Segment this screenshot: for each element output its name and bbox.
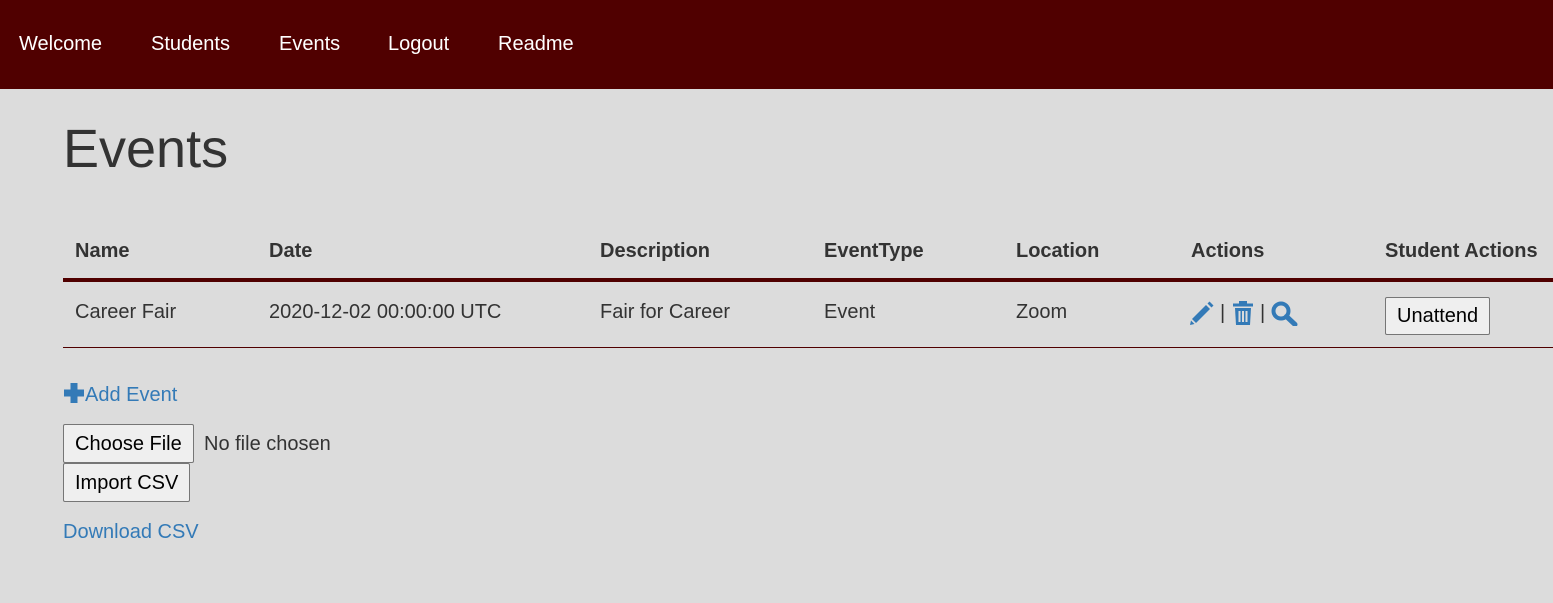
column-header-date: Date [269,240,313,262]
nav-item-logout[interactable]: Logout [388,30,449,58]
nav-item-events[interactable]: Events [279,30,340,58]
plus-icon [64,383,84,403]
cell-name: Career Fair [75,301,177,323]
cell-date: 2020-12-02 00:00:00 UTC [269,301,502,323]
column-header-student-actions: Student Actions [1385,240,1538,262]
column-header-name: Name [75,240,130,262]
column-header-location: Location [1016,240,1100,262]
action-separator: | [1260,302,1266,324]
page-title: Events [63,119,229,179]
search-icon[interactable] [1270,300,1298,327]
column-header-description: Description [600,240,711,262]
top-navbar: Welcome Students Events Logout Readme [0,0,1553,89]
nav-item-readme[interactable]: Readme [498,30,574,58]
nav-item-welcome[interactable]: Welcome [19,30,102,58]
download-csv-link[interactable]: Download CSV [63,520,199,544]
file-status-text: No file chosen [204,433,331,455]
table-row-divider [63,347,1553,348]
table-header-divider [63,278,1553,282]
add-event-link[interactable]: Add Event [63,382,177,407]
action-separator: | [1220,302,1226,324]
column-header-eventtype: EventType [824,240,924,262]
column-header-actions: Actions [1191,240,1265,262]
cell-location: Zoom [1016,301,1068,323]
choose-file-button[interactable]: Choose File [63,424,194,463]
cell-eventtype: Event [824,301,876,323]
trash-icon[interactable] [1230,300,1256,326]
pencil-icon[interactable] [1189,300,1215,326]
unattend-button[interactable]: Unattend [1385,297,1491,335]
add-event-label: Add Event [85,384,178,406]
import-csv-button[interactable]: Import CSV [63,463,191,502]
nav-item-students[interactable]: Students [151,30,230,58]
cell-description: Fair for Career [600,301,731,323]
